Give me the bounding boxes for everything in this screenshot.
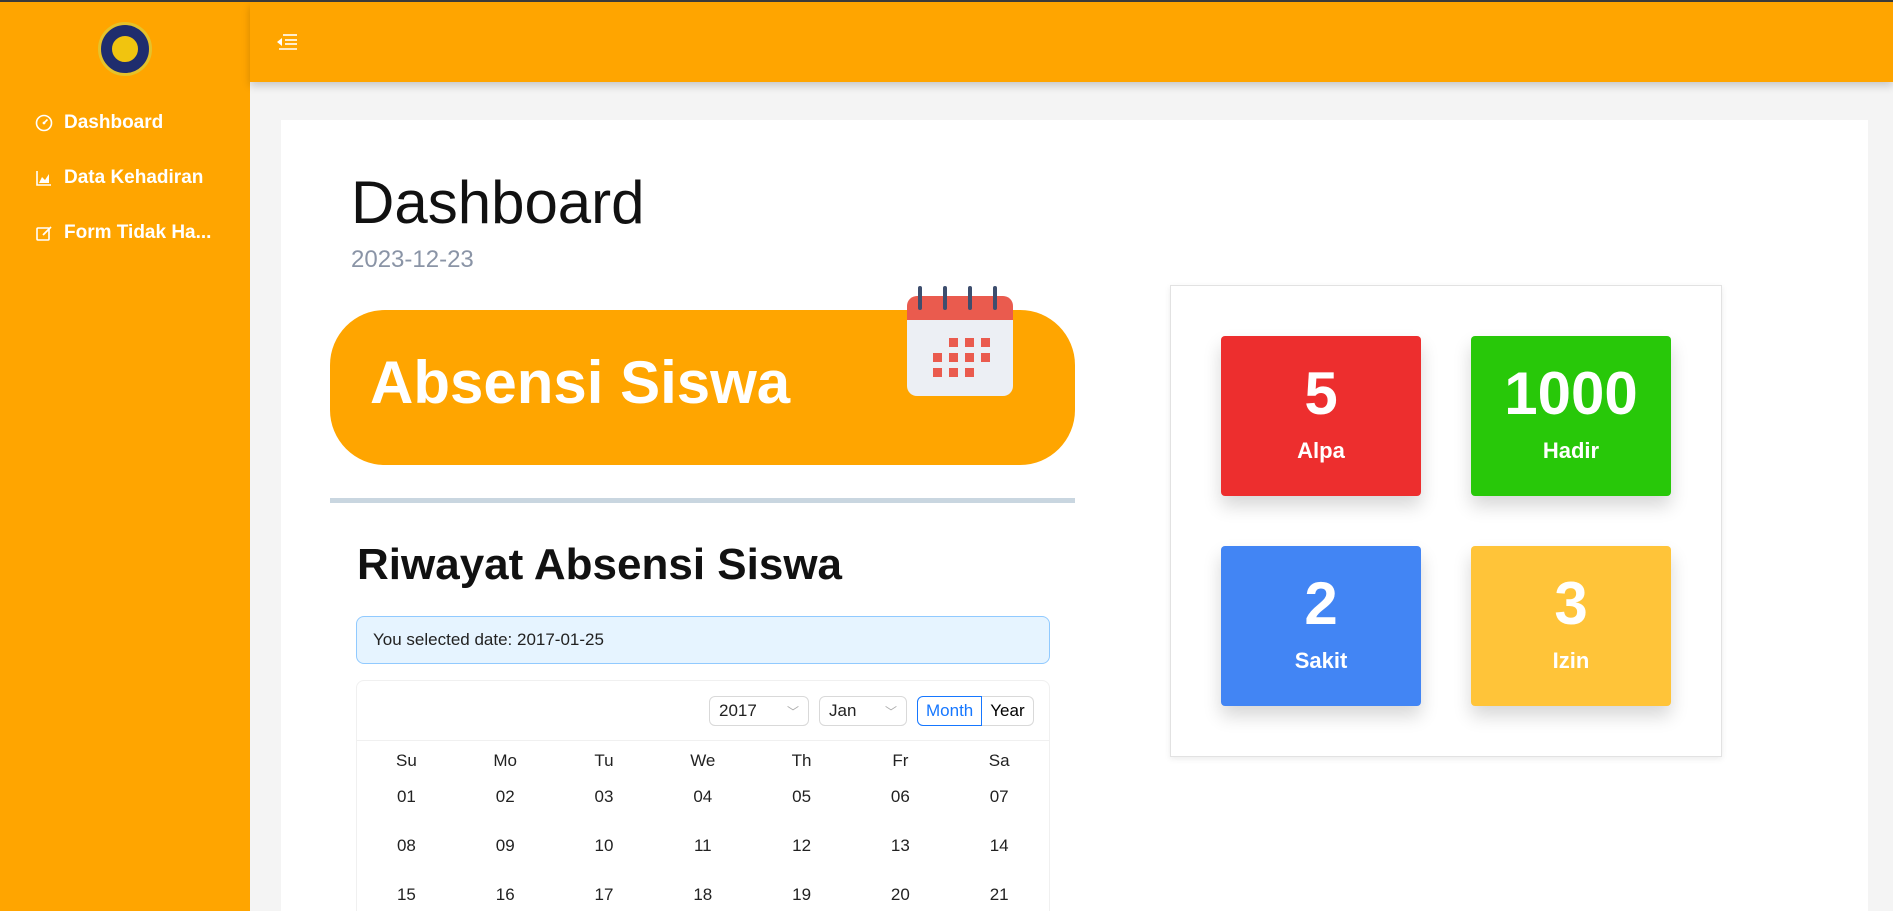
calendar-header: 2017 ﹀ Jan ﹀ Month Year <box>357 681 1049 741</box>
calendar-day[interactable]: 11 <box>653 836 752 856</box>
calendar-day[interactable]: 06 <box>851 787 950 807</box>
calendar-day[interactable]: 15 <box>357 885 456 905</box>
year-select-value: 2017 <box>719 701 757 720</box>
calendar-day[interactable]: 21 <box>950 885 1049 905</box>
month-select[interactable]: Jan ﹀ <box>819 696 907 726</box>
calendar-icon <box>905 284 1015 399</box>
calendar-day[interactable]: 20 <box>851 885 950 905</box>
stat-value: 3 <box>1554 570 1588 637</box>
calendar-day[interactable]: 02 <box>456 787 555 807</box>
edit-icon <box>34 223 54 243</box>
history-title: Riwayat Absensi Siswa <box>357 540 843 589</box>
chevron-down-icon: ﹀ <box>786 704 799 719</box>
weekday-label: Sa <box>988 751 1010 770</box>
calendar-day[interactable]: 07 <box>950 787 1049 807</box>
calendar-day[interactable]: 12 <box>752 836 851 856</box>
sidebar-item-form-tidak-hadir[interactable]: Form Tidak Ha... <box>34 222 234 244</box>
weekday-label: Th <box>791 751 812 770</box>
chevron-down-icon: ﹀ <box>884 704 897 719</box>
area-chart-icon <box>34 168 54 188</box>
sidebar: Dashboard Data Kehadiran Form Tidak Ha..… <box>0 0 250 911</box>
calendar-day[interactable]: 10 <box>555 836 654 856</box>
attendance-calendar: 2017 ﹀ Jan ﹀ Month Year Su Mo Tu We Th F… <box>356 680 1050 911</box>
calendar-day[interactable]: 17 <box>555 885 654 905</box>
calendar-day[interactable]: 08 <box>357 836 456 856</box>
weekday-label: Fr <box>892 751 909 770</box>
calendar-week-row: 08 09 10 11 12 13 14 <box>357 836 1049 856</box>
stat-value: 5 <box>1304 360 1338 427</box>
gauge-icon <box>34 113 54 133</box>
menu-fold-icon[interactable] <box>276 32 298 52</box>
section-divider <box>330 498 1075 503</box>
calendar-week-row: 15 16 17 18 19 20 21 <box>357 885 1049 905</box>
page-date: 2023-12-23 <box>351 246 474 273</box>
selected-date-alert: You selected date: 2017-01-25 <box>356 616 1050 664</box>
sidebar-item-data-kehadiran[interactable]: Data Kehadiran <box>34 167 234 189</box>
stat-label: Alpa <box>1297 438 1345 463</box>
month-select-value: Jan <box>829 701 857 720</box>
calendar-day[interactable]: 14 <box>950 836 1049 856</box>
weekday-label: Su <box>396 751 417 770</box>
stats-panel: 5 Alpa 1000 Hadir 2 Sakit 3 Izin <box>1170 285 1722 757</box>
stat-label: Sakit <box>1294 648 1348 673</box>
mode-year-option[interactable]: Year <box>982 696 1034 726</box>
calendar-day[interactable]: 13 <box>851 836 950 856</box>
calendar-week-row: 01 02 03 04 05 06 07 <box>357 787 1049 807</box>
stat-card-alpa: 5 Alpa <box>1221 336 1421 496</box>
stat-card-izin: 3 Izin <box>1471 546 1671 706</box>
weekday-label: Mo <box>493 751 517 770</box>
calendar-day[interactable]: 16 <box>456 885 555 905</box>
page-title: Dashboard <box>351 169 645 236</box>
sidebar-item-label: Form Tidak Ha... <box>64 222 212 243</box>
calendar-day[interactable]: 04 <box>653 787 752 807</box>
weekday-header: Su Mo Tu We Th Fr Sa <box>357 751 1049 771</box>
calendar-day[interactable]: 18 <box>653 885 752 905</box>
mode-month-option[interactable]: Month <box>917 696 983 726</box>
stat-label: Hadir <box>1542 438 1600 463</box>
window-top-border <box>0 0 1893 2</box>
logo-emblem <box>110 34 140 64</box>
calendar-day[interactable]: 19 <box>752 885 851 905</box>
calendar-day[interactable]: 05 <box>752 787 851 807</box>
sidebar-item-label: Dashboard <box>64 112 164 133</box>
school-logo[interactable] <box>98 22 152 76</box>
weekday-label: We <box>690 751 716 770</box>
calendar-day[interactable]: 03 <box>555 787 654 807</box>
mode-switch: Month Year <box>917 696 1034 726</box>
banner-title: Absensi Siswa <box>370 349 791 416</box>
top-header <box>250 2 1893 82</box>
sidebar-item-dashboard[interactable]: Dashboard <box>34 112 234 134</box>
stat-value: 1000 <box>1504 360 1638 427</box>
sidebar-item-label: Data Kehadiran <box>64 167 204 188</box>
stat-card-hadir: 1000 Hadir <box>1471 336 1671 496</box>
year-select[interactable]: 2017 ﹀ <box>709 696 809 726</box>
calendar-day[interactable]: 09 <box>456 836 555 856</box>
calendar-day[interactable]: 01 <box>357 787 456 807</box>
weekday-label: Tu <box>594 751 614 770</box>
stat-value: 2 <box>1304 570 1338 637</box>
stat-label: Izin <box>1552 648 1590 673</box>
stat-card-sakit: 2 Sakit <box>1221 546 1421 706</box>
